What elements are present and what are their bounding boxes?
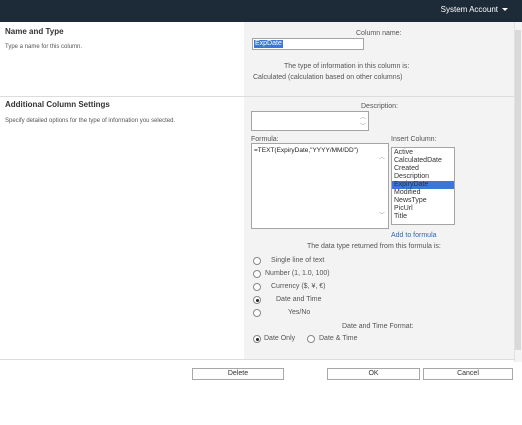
- radio-label: Date Only: [264, 335, 296, 342]
- account-label: System Account: [440, 5, 498, 14]
- radio-number[interactable]: [253, 270, 261, 278]
- insert-column-item[interactable]: Active: [392, 149, 454, 157]
- insert-column-label: Insert Column:: [391, 136, 437, 143]
- add-to-formula-link[interactable]: Add to formula: [391, 232, 437, 239]
- additional-settings-heading: Additional Column Settings: [5, 100, 110, 109]
- insert-column-item[interactable]: Modified: [392, 189, 454, 197]
- formula-value: =TEXT(ExpiryDate,"YYYY/MM/DD"): [254, 147, 359, 154]
- type-info-label: The type of information in this column i…: [284, 63, 410, 70]
- type-value: Calculated (calculation based on other c…: [253, 74, 403, 81]
- insert-column-item-selected[interactable]: ExpiryDate: [392, 181, 454, 189]
- footer-divider: [0, 359, 514, 360]
- insert-column-item[interactable]: CalculatedDate: [392, 157, 454, 165]
- insert-column-item[interactable]: Title: [392, 213, 454, 221]
- radio-yes-no[interactable]: [253, 309, 261, 317]
- radio-label: Single line of text: [271, 257, 325, 264]
- chevron-down-icon: [502, 8, 508, 12]
- formula-textarea[interactable]: =TEXT(ExpiryDate,"YYYY/MM/DD") ︿ ﹀: [251, 143, 389, 229]
- description-label: Description:: [361, 103, 398, 110]
- delete-button[interactable]: Delete: [192, 368, 284, 380]
- scroll-down-icon[interactable]: ﹀: [360, 121, 366, 130]
- radio-date-time[interactable]: [253, 296, 261, 304]
- radio-single-line[interactable]: [253, 257, 261, 265]
- scroll-down-icon[interactable]: ﹀: [379, 210, 385, 219]
- return-type-label: The data type returned from this formula…: [307, 243, 441, 250]
- account-menu[interactable]: System Account: [441, 5, 508, 14]
- radio-label: Date & Time: [319, 335, 358, 342]
- datetime-format-label: Date and Time Format:: [342, 323, 414, 330]
- column-name-value: ExpDate: [254, 40, 283, 48]
- ok-button[interactable]: OK: [327, 368, 420, 380]
- radio-date-and-time[interactable]: [307, 335, 315, 343]
- cancel-button[interactable]: Cancel: [423, 368, 513, 380]
- name-type-description: Type a name for this column.: [5, 44, 83, 50]
- insert-column-item[interactable]: PicUrl: [392, 205, 454, 213]
- insert-column-item[interactable]: Created: [392, 165, 454, 173]
- description-textarea[interactable]: ︿ ﹀: [251, 111, 369, 131]
- additional-settings-description: Specify detailed options for the type of…: [5, 118, 176, 124]
- formula-label: Formula:: [251, 136, 279, 143]
- scroll-up-icon[interactable]: ︿: [379, 152, 385, 161]
- radio-currency[interactable]: [253, 283, 261, 291]
- scrollbar-thumb[interactable]: [515, 30, 521, 350]
- column-name-input[interactable]: ExpDate: [252, 38, 364, 50]
- scroll-up-icon[interactable]: ︿: [360, 112, 366, 121]
- insert-column-listbox[interactable]: Active CalculatedDate Created Descriptio…: [391, 147, 455, 225]
- radio-label: Number (1, 1.0, 100): [265, 270, 330, 277]
- radio-date-only[interactable]: [253, 335, 261, 343]
- radio-label: Currency ($, ¥, €): [271, 283, 326, 290]
- name-type-heading: Name and Type: [5, 27, 64, 36]
- column-name-label: Column name:: [356, 30, 402, 37]
- insert-column-item[interactable]: Description: [392, 173, 454, 181]
- radio-label: Date and Time: [276, 296, 322, 303]
- radio-label: Yes/No: [288, 309, 311, 316]
- insert-column-item[interactable]: NewsType: [392, 197, 454, 205]
